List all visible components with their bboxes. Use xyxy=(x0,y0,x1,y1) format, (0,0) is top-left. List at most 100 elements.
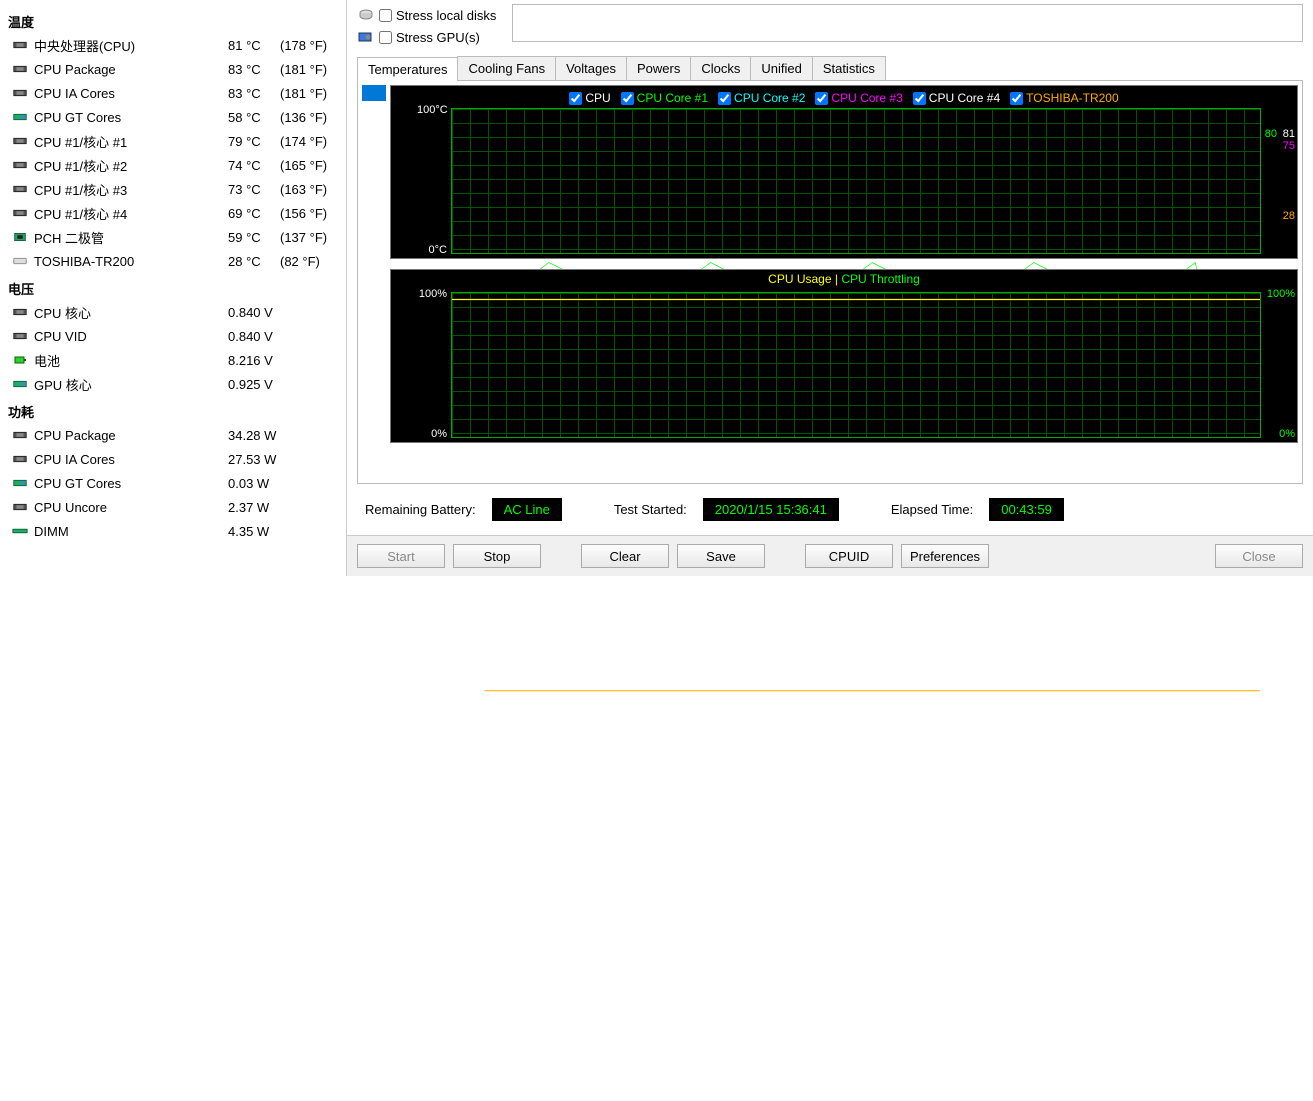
sensor-icon xyxy=(12,331,28,341)
temp-ylabel-bot: 0°C xyxy=(417,244,447,256)
sensor-icon xyxy=(12,160,28,170)
sensor-row[interactable]: CPU GT Cores0.03 W xyxy=(8,471,338,495)
sensor-icon xyxy=(12,112,28,122)
sensor-value-alt: (137 °F) xyxy=(280,230,338,245)
sensor-name: 电池 xyxy=(34,351,228,370)
legend-checkbox[interactable] xyxy=(913,92,926,105)
legend-item[interactable]: CPU Core #4 xyxy=(913,91,1000,105)
tab-voltages[interactable]: Voltages xyxy=(555,56,627,80)
sensor-row[interactable]: 电池8.216 V xyxy=(8,348,338,372)
sensor-name: CPU IA Cores xyxy=(34,452,228,467)
tab-unified[interactable]: Unified xyxy=(750,56,812,80)
sensor-row[interactable]: CPU 核心0.840 V xyxy=(8,300,338,324)
usage-ylabel-top: 100% xyxy=(417,288,447,300)
usage-chart: CPU Usage | CPU Throttling 100% 0% 100% … xyxy=(390,269,1298,443)
chart-scroll-track[interactable] xyxy=(362,85,386,479)
stress-disks-label: Stress local disks xyxy=(396,8,496,23)
start-button[interactable]: Start xyxy=(357,544,445,568)
sensor-icon xyxy=(12,208,28,218)
sensor-value: 28 °C xyxy=(228,254,280,269)
sensor-icon xyxy=(12,430,28,440)
sensor-name: CPU VID xyxy=(34,329,228,344)
sensor-icon xyxy=(12,355,28,365)
sensor-name: CPU #1/核心 #3 xyxy=(34,180,228,199)
legend-checkbox[interactable] xyxy=(1010,92,1023,105)
temperature-chart: CPU CPU Core #1 CPU Core #2 CPU Core #3 … xyxy=(390,85,1298,259)
legend-label: CPU Core #4 xyxy=(929,91,1000,105)
sensor-icon xyxy=(12,526,28,536)
sensor-row[interactable]: CPU IA Cores27.53 W xyxy=(8,447,338,471)
legend-item[interactable]: CPU Core #3 xyxy=(815,91,902,105)
legend-label: CPU Core #2 xyxy=(734,91,805,105)
legend-checkbox[interactable] xyxy=(815,92,828,105)
stop-button[interactable]: Stop xyxy=(453,544,541,568)
stress-disks-checkbox[interactable] xyxy=(379,9,392,22)
sensor-value-alt: (163 °F) xyxy=(280,182,338,197)
sensor-row[interactable]: CPU Uncore2.37 W xyxy=(8,495,338,519)
legend-label: CPU xyxy=(585,91,610,105)
save-button[interactable]: Save xyxy=(677,544,765,568)
sensor-value: 34.28 W xyxy=(228,428,280,443)
legend-checkbox[interactable] xyxy=(621,92,634,105)
sensor-value: 79 °C xyxy=(228,134,280,149)
sensor-name: CPU #1/核心 #4 xyxy=(34,204,228,223)
sensor-value-alt: (136 °F) xyxy=(280,110,338,125)
stress-gpus-checkbox[interactable] xyxy=(379,31,392,44)
sensor-row[interactable]: GPU 核心0.925 V xyxy=(8,372,338,396)
sensor-name: PCH 二极管 xyxy=(34,228,228,247)
sensor-value-alt: (174 °F) xyxy=(280,134,338,149)
legend-label: CPU Core #1 xyxy=(637,91,708,105)
sensor-name: CPU IA Cores xyxy=(34,86,228,101)
tab-statistics[interactable]: Statistics xyxy=(812,56,886,80)
sensor-value: 4.35 W xyxy=(228,524,280,539)
sensor-row[interactable]: CPU IA Cores83 °C(181 °F) xyxy=(8,81,338,105)
sensor-value: 59 °C xyxy=(228,230,280,245)
usage-ylabel-bot: 0% xyxy=(417,428,447,440)
disk-icon xyxy=(357,6,375,24)
temp-current-value: 28 xyxy=(1283,210,1295,222)
sensor-row[interactable]: 中央处理器(CPU)81 °C(178 °F) xyxy=(8,33,338,57)
sensor-name: GPU 核心 xyxy=(34,375,228,394)
cpuid-button[interactable]: CPUID xyxy=(805,544,893,568)
sensor-value: 83 °C xyxy=(228,62,280,77)
sensor-row[interactable]: CPU Package83 °C(181 °F) xyxy=(8,57,338,81)
legend-item[interactable]: CPU xyxy=(569,91,610,105)
sensor-value-alt: (165 °F) xyxy=(280,158,338,173)
legend-checkbox[interactable] xyxy=(569,92,582,105)
sensor-icon xyxy=(12,454,28,464)
tab-temperatures[interactable]: Temperatures xyxy=(357,57,458,81)
sensor-row[interactable]: TOSHIBA-TR20028 °C(82 °F) xyxy=(8,249,338,273)
tab-clocks[interactable]: Clocks xyxy=(690,56,751,80)
sensor-row[interactable]: CPU Package34.28 W xyxy=(8,423,338,447)
sensor-value: 0.840 V xyxy=(228,329,280,344)
sensor-name: CPU 核心 xyxy=(34,303,228,322)
sensor-value-alt: (178 °F) xyxy=(280,38,338,53)
sensor-row[interactable]: CPU #1/核心 #373 °C(163 °F) xyxy=(8,177,338,201)
sensor-row[interactable]: CPU VID0.840 V xyxy=(8,324,338,348)
sensor-value: 83 °C xyxy=(228,86,280,101)
legend-checkbox[interactable] xyxy=(718,92,731,105)
legend-item[interactable]: TOSHIBA-TR200 xyxy=(1010,91,1118,105)
clear-button[interactable]: Clear xyxy=(581,544,669,568)
legend-item[interactable]: CPU Core #1 xyxy=(621,91,708,105)
tab-powers[interactable]: Powers xyxy=(626,56,691,80)
sensor-row[interactable]: CPU #1/核心 #274 °C(165 °F) xyxy=(8,153,338,177)
sensor-row[interactable]: CPU GT Cores58 °C(136 °F) xyxy=(8,105,338,129)
sensor-name: CPU #1/核心 #2 xyxy=(34,156,228,175)
battery-label: Remaining Battery: xyxy=(365,502,476,517)
legend-item[interactable]: CPU Core #2 xyxy=(718,91,805,105)
close-button[interactable]: Close xyxy=(1215,544,1303,568)
sensor-row[interactable]: CPU #1/核心 #469 °C(156 °F) xyxy=(8,201,338,225)
preferences-button[interactable]: Preferences xyxy=(901,544,989,568)
section-header: 电压 xyxy=(8,273,338,300)
sensor-icon xyxy=(12,64,28,74)
tab-cooling-fans[interactable]: Cooling Fans xyxy=(457,56,556,80)
sensor-row[interactable]: DIMM4.35 W xyxy=(8,519,338,543)
sensor-icon xyxy=(12,379,28,389)
sensor-value-alt: (82 °F) xyxy=(280,254,338,269)
sensor-row[interactable]: CPU #1/核心 #179 °C(174 °F) xyxy=(8,129,338,153)
sensor-value: 0.03 W xyxy=(228,476,280,491)
sensor-value: 2.37 W xyxy=(228,500,280,515)
section-header: 功耗 xyxy=(8,396,338,423)
sensor-row[interactable]: PCH 二极管59 °C(137 °F) xyxy=(8,225,338,249)
